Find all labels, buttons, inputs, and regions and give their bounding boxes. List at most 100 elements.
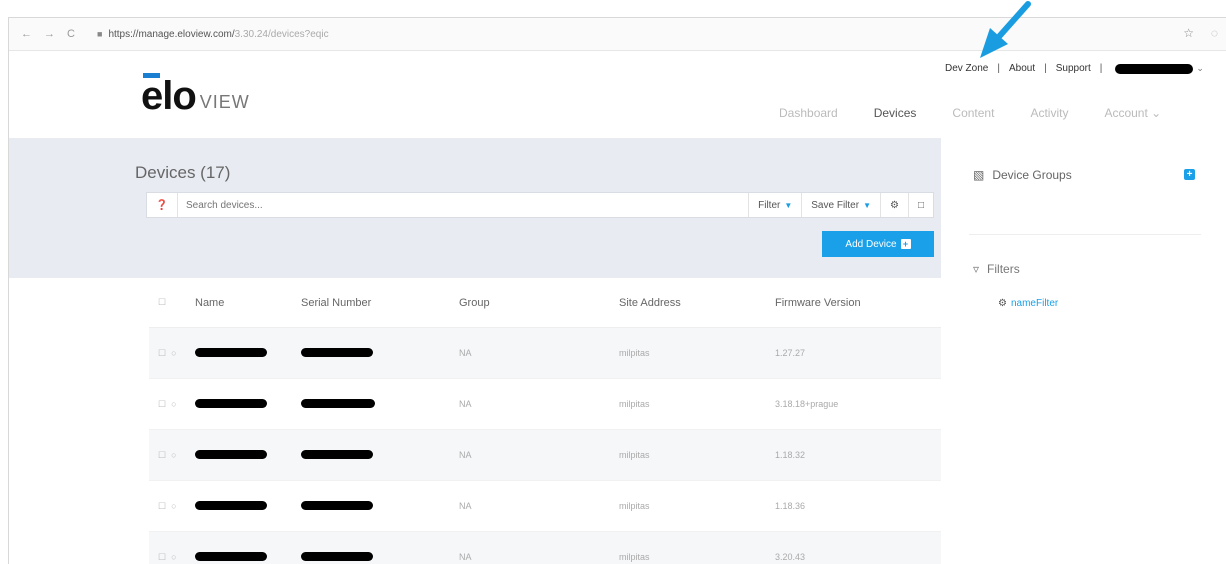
site-cell: milpitas — [619, 450, 650, 460]
divider — [969, 234, 1201, 235]
status-icon: ○ — [171, 450, 177, 460]
export-icon[interactable]: □ — [907, 193, 933, 217]
logo-brand: elo — [141, 73, 197, 118]
name-redacted — [195, 347, 267, 357]
status-icon: ○ — [171, 348, 177, 358]
site-cell: milpitas — [619, 348, 650, 358]
device-groups-heading[interactable]: ▧ Device Groups — [973, 168, 1072, 182]
account-name-redacted[interactable] — [1115, 63, 1194, 74]
header-firmware[interactable]: Firmware Version — [775, 297, 935, 309]
header-group[interactable]: Group — [459, 297, 619, 309]
nav-devices[interactable]: Devices — [873, 106, 917, 142]
firmware-cell: 1.18.36 — [775, 501, 806, 511]
name-redacted — [195, 500, 267, 510]
table-row[interactable]: ☐ ○ NA milpitas 3.18.18+prague — [149, 379, 941, 430]
group-cell: NA — [459, 348, 472, 358]
url-field[interactable]: ■ https://manage.eloview.com/ 3.30.24/de… — [97, 25, 1215, 43]
back-icon[interactable]: ← — [21, 28, 32, 40]
firmware-cell: 3.20.43 — [775, 552, 806, 562]
serial-redacted — [301, 347, 373, 357]
link-separator: | — [1044, 63, 1047, 74]
url-text-path: 3.30.24/devices?eqic — [234, 28, 329, 40]
plus-icon: + — [900, 239, 911, 249]
logo-accent-bar — [143, 73, 160, 78]
hierarchy-icon: ▧ — [973, 168, 985, 182]
save-filter-button[interactable]: Save Filter ▼ — [801, 193, 880, 217]
table-header: ☐ Name Serial Number Group Site Address … — [149, 278, 941, 328]
forward-icon[interactable]: → — [44, 28, 55, 40]
chevron-down-icon: ▼ — [784, 200, 793, 210]
serial-redacted — [301, 551, 373, 561]
gear-icon[interactable]: ⚙ — [998, 298, 1007, 309]
site-cell: milpitas — [619, 501, 650, 511]
row-checkbox[interactable]: ☐ — [158, 399, 166, 410]
add-group-button[interactable]: + — [1184, 169, 1195, 180]
firmware-cell: 1.27.27 — [775, 348, 806, 358]
row-checkbox[interactable]: ☐ — [158, 552, 166, 563]
devices-table: ☐ Name Serial Number Group Site Address … — [149, 278, 941, 564]
row-checkbox[interactable]: ☐ — [158, 501, 166, 512]
nav-dashboard[interactable]: Dashboard — [779, 106, 838, 128]
reload-icon[interactable]: C — [67, 28, 75, 40]
firmware-cell: 1.18.32 — [775, 450, 806, 460]
nav-account[interactable]: Account ⌄ — [1104, 106, 1161, 128]
devices-toolbar-band: Devices (17) ❓ Filter▼ Save Filter▼ ⚙ □ … — [9, 138, 941, 278]
side-panel: ▧ Device Groups + ▿ Filters ⚙ nameFilter — [941, 138, 1226, 564]
table-row[interactable]: ☐ ○ NA milpitas 1.18.32 — [149, 430, 941, 481]
browser-window: ← → C ■ https://manage.eloview.com/ 3.30… — [8, 17, 1226, 564]
eloview-logo[interactable]: elo VIEW — [141, 73, 250, 118]
group-cell: NA — [459, 552, 472, 562]
table-row[interactable]: ☐ ○ NA milpitas 1.18.36 — [149, 481, 941, 532]
nav-content[interactable]: Content — [952, 106, 994, 128]
serial-redacted — [301, 500, 373, 510]
chevron-down-icon[interactable]: ⌄ — [1196, 63, 1204, 74]
row-checkbox[interactable]: ☐ — [158, 450, 166, 461]
support-link[interactable]: Support — [1056, 63, 1091, 74]
annotation-arrow-icon — [980, 1, 1031, 58]
status-icon: ○ — [171, 552, 177, 562]
site-cell: milpitas — [619, 399, 650, 409]
site-cell: milpitas — [619, 552, 650, 562]
table-row[interactable]: ☐ ○ NA milpitas 1.27.27 — [149, 328, 941, 379]
search-icon[interactable]: ❓ — [147, 193, 178, 217]
status-icon: ○ — [171, 399, 177, 409]
search-bar: ❓ Filter▼ Save Filter▼ ⚙ □ — [146, 192, 934, 218]
row-checkbox[interactable]: ☐ — [158, 348, 166, 359]
address-bar: ← → C ■ https://manage.eloview.com/ 3.30… — [9, 18, 1226, 51]
chevron-down-icon: ▼ — [863, 200, 871, 210]
filter-button[interactable]: Filter ▼ — [748, 193, 801, 217]
search-input[interactable] — [178, 192, 749, 218]
gear-icon[interactable]: ⚙ — [879, 193, 908, 217]
serial-redacted — [301, 398, 375, 408]
main-nav: Dashboard Devices Content Activity Accou… — [779, 106, 1197, 142]
group-cell: NA — [459, 501, 472, 511]
name-redacted — [195, 551, 267, 561]
table-row[interactable]: ☐ ○ NA milpitas 3.20.43 — [149, 532, 941, 564]
header-serial[interactable]: Serial Number — [301, 297, 459, 309]
group-cell: NA — [459, 450, 472, 460]
select-all-checkbox[interactable]: ☐ — [149, 297, 195, 308]
group-cell: NA — [459, 399, 472, 409]
page-title: Devices (17) — [135, 163, 231, 182]
filters-label: Filters — [987, 262, 1020, 276]
logo-sub: VIEW — [199, 92, 250, 112]
header-name[interactable]: Name — [195, 297, 301, 309]
saved-filter-label[interactable]: nameFilter — [1011, 298, 1058, 309]
name-redacted — [195, 449, 267, 459]
browser-nav: ← → C — [21, 28, 75, 40]
funnel-icon: ▿ — [973, 262, 980, 276]
status-icon: ○ — [171, 501, 177, 511]
extension-icon[interactable]: ◌ — [1211, 26, 1218, 40]
saved-filter-item[interactable]: ⚙ nameFilter — [998, 298, 1058, 309]
link-separator: | — [1099, 63, 1103, 74]
nav-activity[interactable]: Activity — [1030, 106, 1068, 128]
filters-heading: ▿ Filters — [973, 262, 1020, 276]
firmware-cell: 3.18.18+prague — [775, 399, 839, 409]
lock-icon: ■ — [97, 29, 103, 39]
serial-redacted — [301, 449, 373, 459]
star-icon[interactable]: ☆ — [1183, 26, 1194, 40]
add-device-button[interactable]: Add Device + — [822, 231, 934, 257]
device-groups-label: Device Groups — [992, 168, 1072, 182]
name-redacted — [195, 398, 267, 408]
header-site[interactable]: Site Address — [619, 297, 775, 309]
